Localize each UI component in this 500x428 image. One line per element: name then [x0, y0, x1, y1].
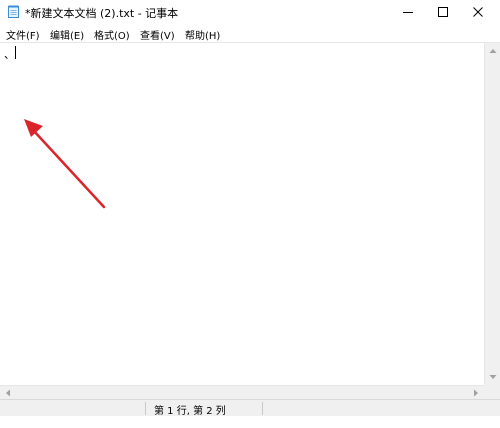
maximize-button[interactable]: [425, 0, 461, 24]
text-caret: [15, 46, 16, 59]
cursor-position: 第 1 行, 第 2 列: [154, 406, 226, 417]
window-title: *新建文本文档 (2).txt - 记事本: [25, 7, 179, 20]
menu-edit[interactable]: 编辑(E): [50, 27, 84, 42]
scroll-right-arrow-icon[interactable]: [468, 386, 484, 400]
status-divider: [262, 402, 263, 415]
scroll-down-arrow-icon[interactable]: [485, 369, 500, 385]
close-icon: [473, 7, 483, 17]
scroll-left-arrow-icon[interactable]: [0, 386, 16, 400]
minimize-button[interactable]: [390, 0, 426, 24]
menu-bar: 文件(F) 编辑(E) 格式(O) 查看(V) 帮助(H): [0, 24, 500, 43]
title-bar[interactable]: *新建文本文档 (2).txt - 记事本: [0, 0, 500, 24]
vertical-scrollbar[interactable]: [484, 43, 500, 385]
horizontal-scrollbar[interactable]: [0, 385, 484, 399]
status-divider: [145, 402, 146, 415]
status-bar: 第 1 行, 第 2 列: [0, 399, 500, 417]
minimize-icon: [403, 12, 413, 13]
editor-content: 、: [4, 48, 15, 61]
notepad-app-icon: [8, 5, 19, 18]
close-button[interactable]: [460, 0, 496, 24]
maximize-icon: [438, 7, 448, 17]
scrollbar-corner: [484, 385, 500, 399]
notepad-window: *新建文本文档 (2).txt - 记事本 文件(F) 编辑(E) 格式(O) …: [0, 0, 500, 417]
menu-format[interactable]: 格式(O): [94, 27, 130, 42]
menu-file[interactable]: 文件(F): [6, 27, 40, 42]
scroll-up-arrow-icon[interactable]: [485, 43, 500, 59]
text-editor-area[interactable]: 、: [0, 43, 484, 385]
annotation-arrow: [24, 119, 106, 209]
menu-view[interactable]: 查看(V): [140, 27, 175, 42]
menu-help[interactable]: 帮助(H): [185, 27, 220, 42]
